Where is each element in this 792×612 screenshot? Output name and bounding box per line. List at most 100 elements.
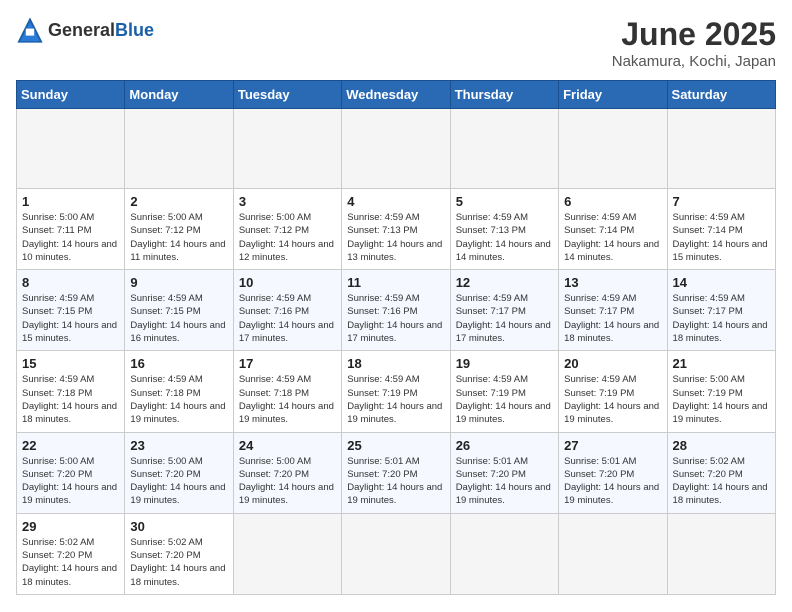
day-number: 24 — [239, 438, 336, 453]
day-number: 8 — [22, 275, 119, 290]
day-info: Sunrise: 5:00 AMSunset: 7:12 PMDaylight:… — [239, 211, 336, 264]
table-cell: 6 Sunrise: 4:59 AMSunset: 7:14 PMDaylight… — [559, 189, 667, 270]
day-number: 15 — [22, 356, 119, 371]
day-info: Sunrise: 4:59 AMSunset: 7:15 PMDaylight:… — [22, 292, 119, 345]
table-cell: 24 Sunrise: 5:00 AMSunset: 7:20 PMDayligh… — [233, 432, 341, 513]
table-cell — [17, 109, 125, 189]
day-number: 10 — [239, 275, 336, 290]
table-cell: 22 Sunrise: 5:00 AMSunset: 7:20 PMDayligh… — [17, 432, 125, 513]
table-cell: 30Sunrise: 5:02 AMSunset: 7:20 PMDayligh… — [125, 513, 233, 594]
day-info: Sunrise: 4:59 AMSunset: 7:17 PMDaylight:… — [673, 292, 770, 345]
day-number: 1 — [22, 194, 119, 209]
table-cell: 26 Sunrise: 5:01 AMSunset: 7:20 PMDayligh… — [450, 432, 558, 513]
logo: GeneralBlue — [16, 16, 154, 44]
day-info: Sunrise: 4:59 AMSunset: 7:16 PMDaylight:… — [347, 292, 444, 345]
table-cell: 13 Sunrise: 4:59 AMSunset: 7:17 PMDayligh… — [559, 270, 667, 351]
day-number: 19 — [456, 356, 553, 371]
day-number: 23 — [130, 438, 227, 453]
table-cell: 28Sunrise: 5:02 AMSunset: 7:20 PMDayligh… — [667, 432, 775, 513]
day-number: 13 — [564, 275, 661, 290]
general-blue-logo-icon — [16, 16, 44, 44]
calendar-week-row — [17, 109, 776, 189]
day-info: Sunrise: 4:59 AMSunset: 7:13 PMDaylight:… — [347, 211, 444, 264]
table-cell — [233, 109, 341, 189]
calendar-header-row: Sunday Monday Tuesday Wednesday Thursday… — [17, 81, 776, 109]
day-number: 22 — [22, 438, 119, 453]
table-cell — [559, 109, 667, 189]
table-cell: 12Sunrise: 4:59 AMSunset: 7:17 PMDayligh… — [450, 270, 558, 351]
logo-text-general: General — [48, 20, 115, 40]
day-number: 7 — [673, 194, 770, 209]
day-number: 11 — [347, 275, 444, 290]
table-cell: 20Sunrise: 4:59 AMSunset: 7:19 PMDayligh… — [559, 351, 667, 432]
table-cell: 25Sunrise: 5:01 AMSunset: 7:20 PMDayligh… — [342, 432, 450, 513]
table-cell: 16Sunrise: 4:59 AMSunset: 7:18 PMDayligh… — [125, 351, 233, 432]
day-info: Sunrise: 5:01 AMSunset: 7:20 PMDaylight:… — [456, 455, 553, 508]
table-cell: 18 Sunrise: 4:59 AMSunset: 7:19 PMDayligh… — [342, 351, 450, 432]
day-info: Sunrise: 4:59 AMSunset: 7:14 PMDaylight:… — [673, 211, 770, 264]
table-cell: 14 Sunrise: 4:59 AMSunset: 7:17 PMDayligh… — [667, 270, 775, 351]
table-cell: 8 Sunrise: 4:59 AMSunset: 7:15 PMDaylight… — [17, 270, 125, 351]
table-cell: 1Sunrise: 5:00 AMSunset: 7:11 PMDaylight… — [17, 189, 125, 270]
col-thursday: Thursday — [450, 81, 558, 109]
table-cell: 5 Sunrise: 4:59 AMSunset: 7:13 PMDaylight… — [450, 189, 558, 270]
day-number: 6 — [564, 194, 661, 209]
page-header: GeneralBlue June 2025 Nakamura, Kochi, J… — [16, 16, 776, 70]
day-info: Sunrise: 4:59 AMSunset: 7:19 PMDaylight:… — [347, 373, 444, 426]
table-cell — [342, 513, 450, 594]
day-number: 30 — [130, 519, 227, 534]
day-number: 14 — [673, 275, 770, 290]
day-info: Sunrise: 4:59 AMSunset: 7:18 PMDaylight:… — [130, 373, 227, 426]
day-info: Sunrise: 4:59 AMSunset: 7:19 PMDaylight:… — [564, 373, 661, 426]
day-number: 26 — [456, 438, 553, 453]
table-cell — [342, 109, 450, 189]
table-cell: 17 Sunrise: 4:59 AMSunset: 7:18 PMDayligh… — [233, 351, 341, 432]
day-info: Sunrise: 4:59 AMSunset: 7:14 PMDaylight:… — [564, 211, 661, 264]
table-cell: 10 Sunrise: 4:59 AMSunset: 7:16 PMDayligh… — [233, 270, 341, 351]
col-friday: Friday — [559, 81, 667, 109]
table-cell: 19 Sunrise: 4:59 AMSunset: 7:19 PMDayligh… — [450, 351, 558, 432]
day-info: Sunrise: 5:00 AMSunset: 7:20 PMDaylight:… — [239, 455, 336, 508]
col-wednesday: Wednesday — [342, 81, 450, 109]
day-info: Sunrise: 4:59 AMSunset: 7:19 PMDaylight:… — [456, 373, 553, 426]
day-info: Sunrise: 5:02 AMSunset: 7:20 PMDaylight:… — [22, 536, 119, 589]
table-cell — [125, 109, 233, 189]
table-cell: 9Sunrise: 4:59 AMSunset: 7:15 PMDaylight… — [125, 270, 233, 351]
calendar-week-row: 15 Sunrise: 4:59 AMSunset: 7:18 PMDayligh… — [17, 351, 776, 432]
table-cell — [450, 513, 558, 594]
table-cell — [450, 109, 558, 189]
table-cell: 29Sunrise: 5:02 AMSunset: 7:20 PMDayligh… — [17, 513, 125, 594]
day-number: 18 — [347, 356, 444, 371]
day-info: Sunrise: 4:59 AMSunset: 7:17 PMDaylight:… — [564, 292, 661, 345]
day-info: Sunrise: 5:01 AMSunset: 7:20 PMDaylight:… — [564, 455, 661, 508]
day-info: Sunrise: 4:59 AMSunset: 7:18 PMDaylight:… — [22, 373, 119, 426]
day-info: Sunrise: 4:59 AMSunset: 7:16 PMDaylight:… — [239, 292, 336, 345]
col-tuesday: Tuesday — [233, 81, 341, 109]
day-info: Sunrise: 4:59 AMSunset: 7:13 PMDaylight:… — [456, 211, 553, 264]
table-cell — [667, 109, 775, 189]
day-info: Sunrise: 4:59 AMSunset: 7:15 PMDaylight:… — [130, 292, 227, 345]
table-cell — [667, 513, 775, 594]
day-number: 25 — [347, 438, 444, 453]
day-info: Sunrise: 5:00 AMSunset: 7:20 PMDaylight:… — [22, 455, 119, 508]
col-sunday: Sunday — [17, 81, 125, 109]
day-number: 5 — [456, 194, 553, 209]
day-info: Sunrise: 5:00 AMSunset: 7:12 PMDaylight:… — [130, 211, 227, 264]
day-number: 21 — [673, 356, 770, 371]
day-info: Sunrise: 5:00 AMSunset: 7:19 PMDaylight:… — [673, 373, 770, 426]
location-title: Nakamura, Kochi, Japan — [612, 53, 776, 70]
calendar-table: Sunday Monday Tuesday Wednesday Thursday… — [16, 80, 776, 595]
table-cell: 27 Sunrise: 5:01 AMSunset: 7:20 PMDayligh… — [559, 432, 667, 513]
title-block: June 2025 Nakamura, Kochi, Japan — [612, 16, 776, 70]
day-number: 17 — [239, 356, 336, 371]
calendar-week-row: 29Sunrise: 5:02 AMSunset: 7:20 PMDayligh… — [17, 513, 776, 594]
month-title: June 2025 — [612, 16, 776, 53]
table-cell — [559, 513, 667, 594]
day-info: Sunrise: 5:00 AMSunset: 7:20 PMDaylight:… — [130, 455, 227, 508]
calendar-week-row: 8 Sunrise: 4:59 AMSunset: 7:15 PMDaylight… — [17, 270, 776, 351]
table-cell: 21 Sunrise: 5:00 AMSunset: 7:19 PMDayligh… — [667, 351, 775, 432]
day-info: Sunrise: 4:59 AMSunset: 7:18 PMDaylight:… — [239, 373, 336, 426]
day-number: 2 — [130, 194, 227, 209]
table-cell: 11 Sunrise: 4:59 AMSunset: 7:16 PMDayligh… — [342, 270, 450, 351]
day-number: 27 — [564, 438, 661, 453]
